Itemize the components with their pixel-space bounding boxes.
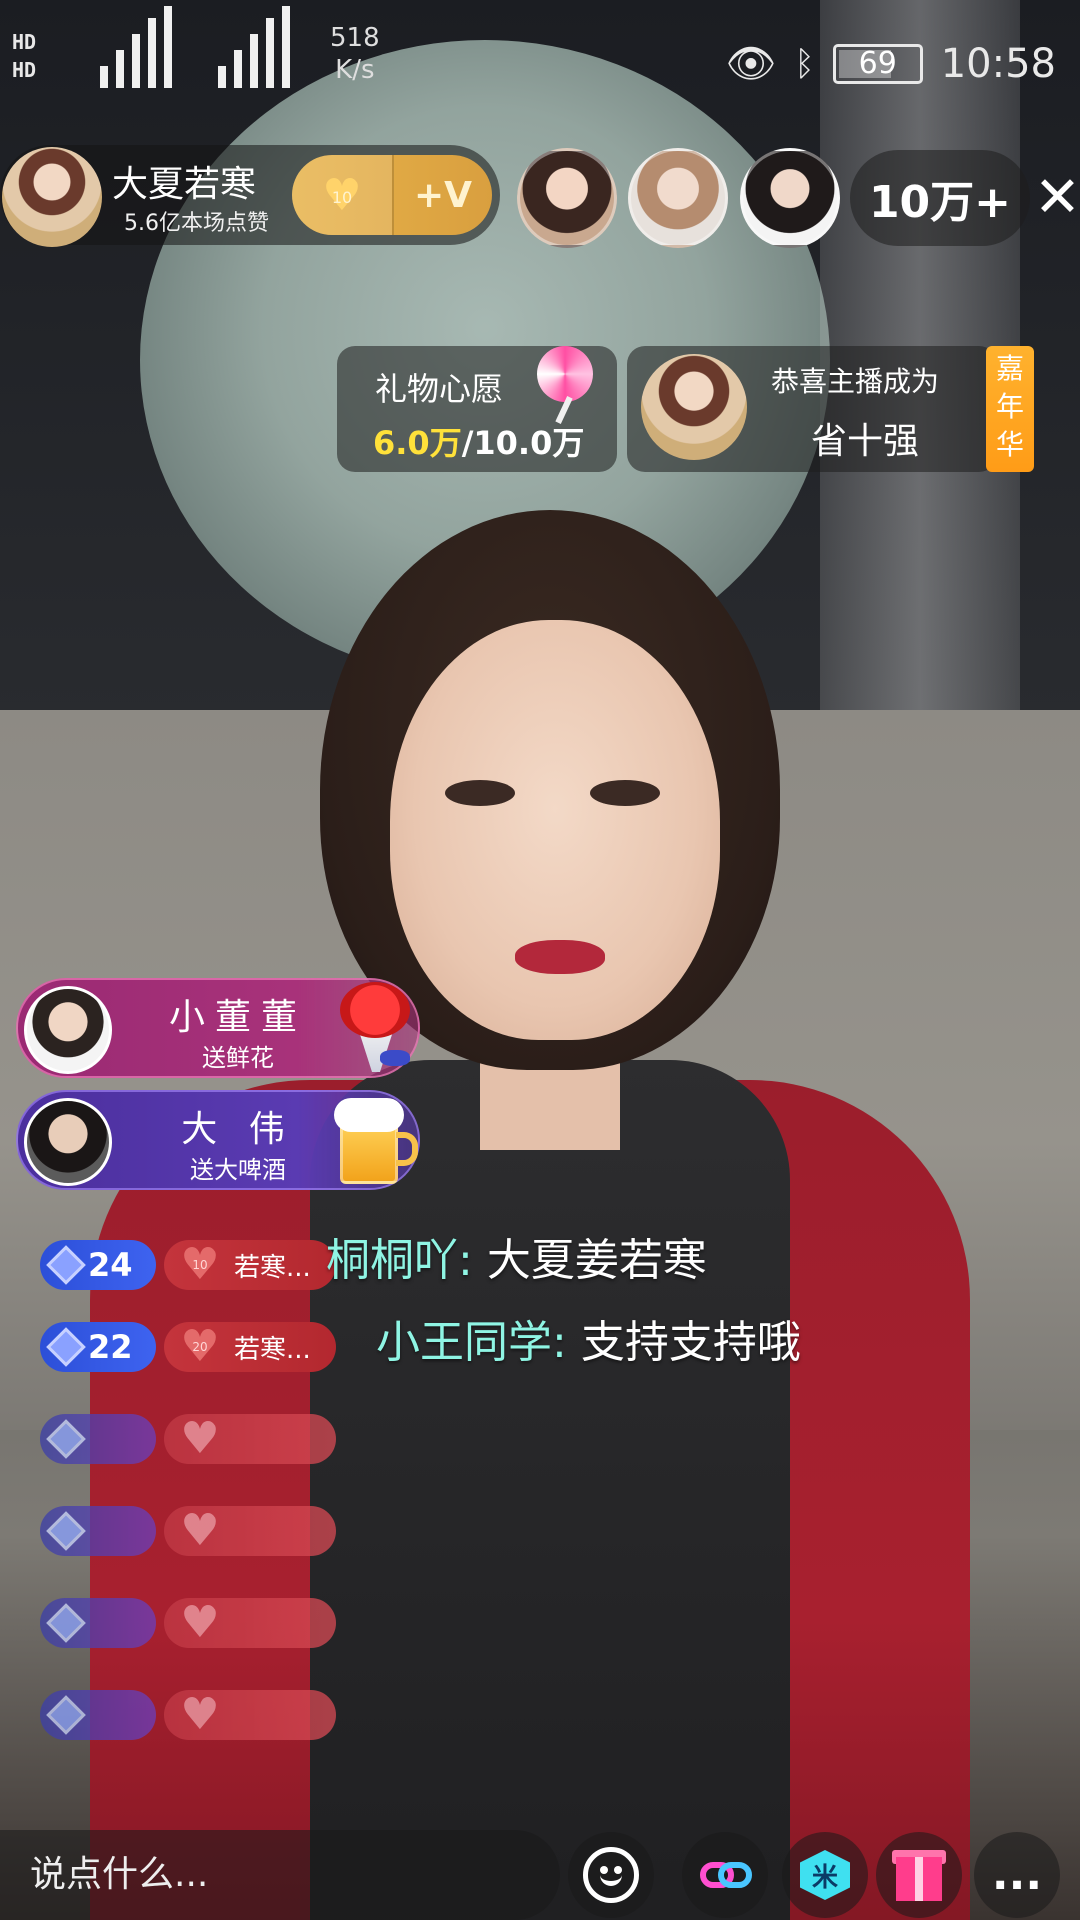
bottom-toolbar: 说点什么... 米 ... [0,1830,1080,1920]
fan-club-badge: 20 若寒... [164,1322,336,1372]
comment-input[interactable]: 说点什么... [0,1830,560,1920]
rank-banner[interactable]: 恭喜主播成为 省十强 [627,346,997,472]
user-level-badge [40,1690,156,1740]
gift-action: 送鲜花 [202,1044,274,1072]
emoji-button[interactable] [568,1832,654,1918]
user-level: 22 [88,1328,133,1366]
fan-heart-icon: 20 [178,1329,222,1365]
fan-club-badge [164,1598,336,1648]
live-video-background [0,0,1080,1920]
chat-nickname[interactable]: 小王同学: [376,1317,567,1368]
signal-bars-icon [100,6,172,88]
cube-icon: 米 [800,1850,850,1900]
top-viewer-avatar[interactable] [740,148,840,248]
chat-text: 小王同学: 支持支持哦 [376,1306,801,1370]
hd-label: HD HD [12,30,37,82]
user-level-badge: 22 [40,1322,156,1372]
lollipop-icon [537,346,597,424]
status-bar: HD HD 518 K/s 👁 ᛒ 69 10:58 [0,0,1080,100]
rank-line1: 恭喜主播成为 [771,365,940,398]
rank-line2: 省十强 [811,421,920,462]
chat-nickname[interactable]: 桐桐吖: [326,1235,473,1286]
chat-content: 支持支持哦 [580,1317,801,1368]
interaction-button[interactable]: 米 [782,1832,868,1918]
battery-icon: 69 [832,43,923,84]
follow-plus-v[interactable]: +V [392,155,492,235]
sender-avatar[interactable] [24,986,112,1074]
gift-notification: 大 伟 送大啤酒 [16,1090,420,1190]
user-level-badge [40,1598,156,1648]
user-level-badge [40,1414,156,1464]
fan-club-badge [164,1690,336,1740]
chat-content: 大夏姜若寒 [486,1235,707,1286]
close-icon[interactable]: ✕ [1034,168,1080,228]
gift-icon [896,1857,942,1901]
fan-club-badge [164,1506,336,1556]
clock: 10:58 [940,40,1056,87]
sender-name: 大 伟 [181,1109,295,1150]
carnival-tag[interactable]: 嘉年华 [986,346,1034,472]
gift-notification: 小董董 送鲜花 [16,978,420,1078]
network-speed: 518 K/s [330,22,380,86]
user-level-badge [40,1506,156,1556]
fan-club-badge [164,1414,336,1464]
chat-text: 桐桐吖: 大夏姜若寒 [326,1224,707,1288]
wish-target: 10.0万 [473,424,585,462]
top-viewer-avatar[interactable] [517,148,617,248]
battery-level: 69 [858,46,897,81]
left-eye [445,780,515,806]
bluetooth-icon: ᛒ [794,43,815,84]
gem-icon [46,1245,86,1285]
host-likes: 5.6亿本场点赞 [124,211,269,236]
fan-club-button[interactable]: ♥ 10 +V [292,155,492,235]
sender-name: 小董董 [168,997,307,1038]
bouquet-icon [334,976,420,1076]
wish-separator: / [461,424,474,462]
wish-current: 6.0万 [373,424,462,462]
fan-heart-icon: ♥ 10 [292,155,392,235]
lips [515,940,605,974]
audience-count[interactable]: 10万+ [850,150,1030,246]
fan-club-name: 若寒... [234,1334,311,1365]
host-avatar [641,354,747,460]
gift-wish-card[interactable]: 礼物心愿 6.0万/10.0万 [337,346,617,472]
wish-title: 礼物心愿 [375,370,504,408]
host-info-pill[interactable]: 大夏若寒 5.6亿本场点赞 ♥ 10 +V [0,145,500,247]
smiley-icon [583,1847,639,1903]
fan-club-badge: 10 若寒... [164,1240,336,1290]
status-right: 👁 ᛒ 69 10:58 [725,40,1056,88]
host-name: 大夏若寒 [112,164,257,205]
wish-progress: 6.0万/10.0万 [373,418,584,464]
gift-action: 送大啤酒 [190,1156,286,1184]
fan-level: 10 [331,187,353,207]
host-avatar[interactable] [2,147,102,247]
speed-unit: K/s [335,55,375,85]
eye-icon: 👁 [725,41,777,87]
signal-bars-icon [218,6,290,88]
link-mic-button[interactable] [682,1832,768,1918]
gift-button[interactable] [876,1832,962,1918]
gem-icon [46,1327,86,1367]
user-level-badge: 24 [40,1240,156,1290]
beer-mug-icon [330,1092,420,1192]
fan-heart-icon: 10 [178,1247,222,1283]
face [390,620,720,1040]
sender-avatar[interactable] [24,1098,112,1186]
speed-value: 518 [330,23,380,53]
user-level: 24 [88,1246,133,1284]
top-viewer-avatar[interactable] [628,148,728,248]
more-button[interactable]: ... [974,1832,1060,1918]
fan-club-name: 若寒... [234,1252,311,1283]
right-eye [590,780,660,806]
